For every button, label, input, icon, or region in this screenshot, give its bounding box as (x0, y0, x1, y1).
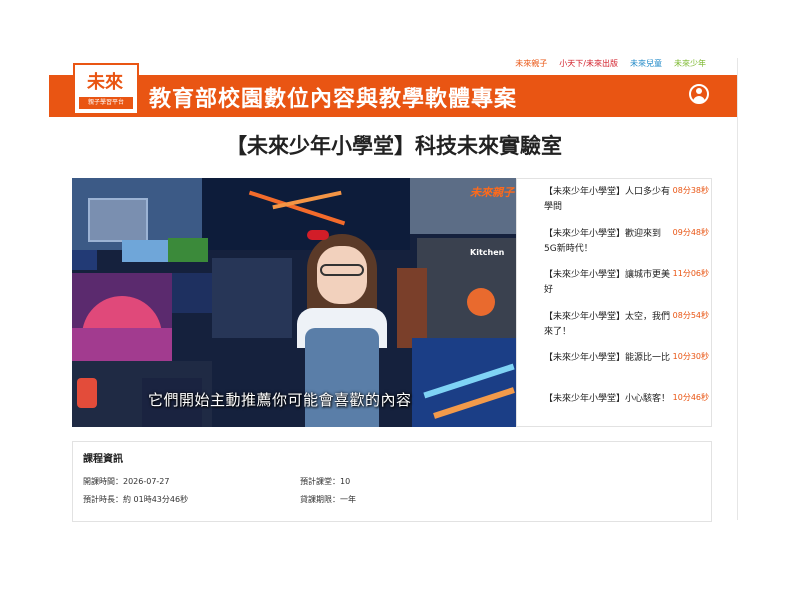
video-player[interactable]: 未來親子 Kitchen 它們開始主動推薦你可能會喜歡的內容 (72, 178, 516, 427)
divider (737, 58, 738, 520)
playlist-item-title: 【未來少年小學堂】太空，我們來了！ (544, 312, 671, 337)
link-future-youth[interactable]: 未來少年 (674, 58, 706, 69)
playlist-item-title: 【未來少年小學堂】歡迎來到5G新時代！ (544, 229, 662, 254)
site-title: 教育部校園數位內容與教學軟體專案 (149, 87, 518, 112)
playlist-item-duration: 11分06秒 (672, 269, 709, 278)
course-info-heading: 課程資訊 (83, 454, 123, 465)
link-future-kids[interactable]: 未來兒童 (630, 58, 662, 69)
course-title: 【未來少年小學堂】科技未來實驗室 (226, 134, 562, 158)
link-future-parenting[interactable]: 未來親子 (515, 58, 547, 69)
playlist-item-duration: 10分46秒 (672, 393, 709, 402)
playlist-item[interactable]: 【未來少年小學堂】能源比一比 10分30秒 (544, 351, 709, 366)
playlist-item-title: 【未來少年小學堂】小心駭客！ (544, 394, 671, 404)
site-logo[interactable]: 未來 親子學習平台 (73, 63, 139, 115)
playlist-item[interactable]: 【未來少年小學堂】讓城市更美好 11分06秒 (544, 268, 709, 298)
playlist-item-duration: 09分48秒 (672, 228, 709, 237)
logo-tagline: 親子學習平台 (79, 97, 133, 109)
logo-mark: 未來 (87, 72, 123, 93)
site-header: 未來 親子學習平台 教育部校園數位內容與教學軟體專案 (49, 63, 737, 117)
playlist-item-title: 【未來少年小學堂】能源比一比 (544, 353, 671, 363)
estimated-length: 預計時長：約 01時43分46秒 (83, 495, 189, 504)
playlist-item[interactable]: 【未來少年小學堂】太空，我們來了！ 08分54秒 (544, 310, 709, 340)
link-publisher[interactable]: 小天下/未來出版 (559, 58, 618, 69)
course-info-panel: 課程資訊 開課時間：2026-07-27 預計課堂：10 預計時長：約 01時4… (72, 441, 712, 522)
playlist-item-title: 【未來少年小學堂】讓城市更美好 (544, 270, 671, 295)
kitchen-panel-label: Kitchen (470, 248, 505, 257)
playlist-item-duration: 08分54秒 (672, 311, 709, 320)
playlist: 【未來少年小學堂】人口多少有學問 08分38秒 【未來少年小學堂】歡迎來到5G新… (516, 178, 712, 427)
open-date: 開課時間：2026-07-27 (83, 477, 170, 486)
playlist-item-duration: 08分38秒 (672, 186, 709, 195)
playlist-item-duration: 10分30秒 (672, 352, 709, 361)
user-icon[interactable] (689, 84, 709, 104)
playlist-item[interactable]: 【未來少年小學堂】人口多少有學問 08分38秒 (544, 185, 709, 215)
video-brand-watermark: 未來親子 (470, 186, 514, 199)
top-links: 未來親子 小天下/未來出版 未來兒童 未來少年 (515, 58, 706, 69)
playlist-item-title: 【未來少年小學堂】人口多少有學問 (544, 187, 671, 212)
license-period: 貸課期限：一年 (300, 495, 356, 504)
playlist-item[interactable]: 【未來少年小學堂】小心駭客！ 10分46秒 (544, 392, 709, 407)
lesson-count: 預計課堂：10 (300, 477, 351, 486)
video-subtitle: 它們開始主動推薦你可能會喜歡的內容 (148, 391, 412, 409)
playlist-item[interactable]: 【未來少年小學堂】歡迎來到5G新時代！ 09分48秒 (544, 227, 709, 257)
